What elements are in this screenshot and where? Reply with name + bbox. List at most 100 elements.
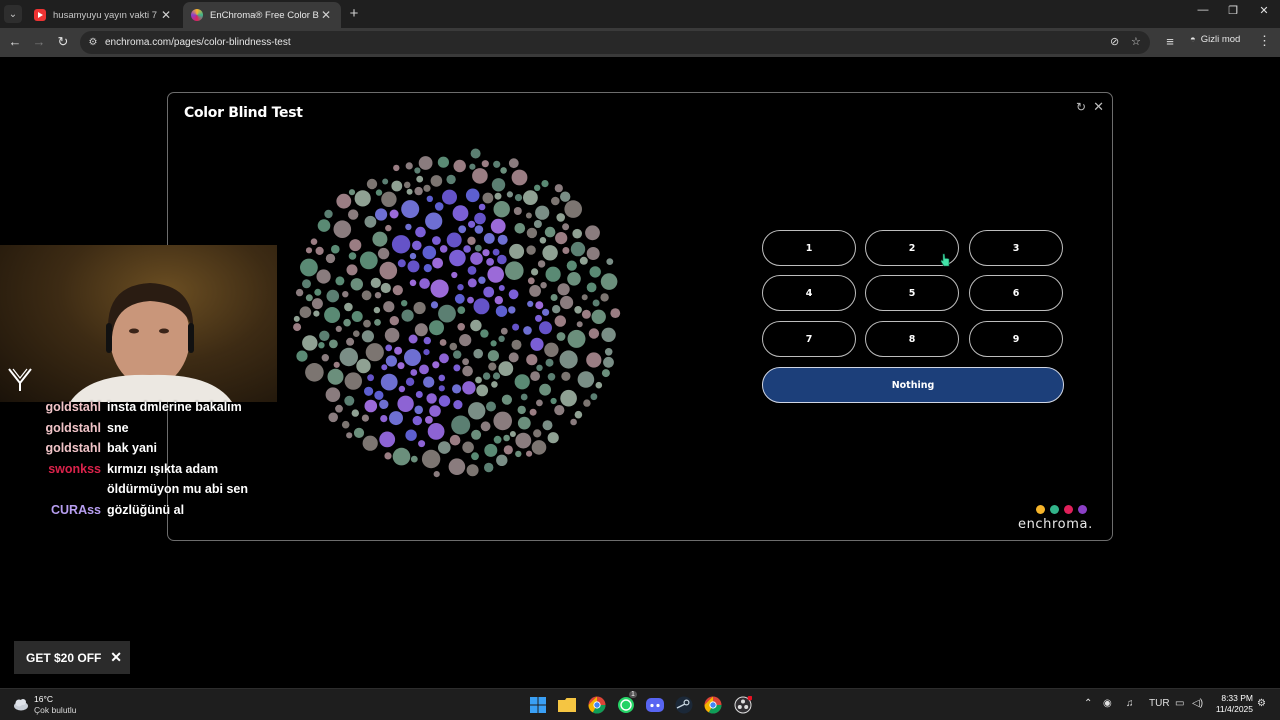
answer-button-5[interactable]: 5 xyxy=(865,275,959,311)
incognito-indicator[interactable]: ◓ Gizli mod xyxy=(1190,34,1240,45)
chrome-icon[interactable] xyxy=(587,695,607,715)
plate-dot xyxy=(311,298,323,310)
plate-dot xyxy=(414,405,423,415)
steam-icon[interactable] xyxy=(674,695,694,715)
cloud-weather-icon[interactable] xyxy=(12,695,30,713)
network-icon[interactable]: ▭ xyxy=(1175,698,1184,709)
plate-dot xyxy=(365,343,384,362)
plate-dot xyxy=(429,320,444,336)
close-icon[interactable]: ✕ xyxy=(159,8,173,22)
close-icon[interactable]: ✕ xyxy=(110,649,122,666)
plate-dot xyxy=(467,266,477,275)
plate-dot xyxy=(552,305,561,314)
taskbar: 16°C Çok bulutlu 1 ⌃ ◉ ♫ TUR ▭ ◁) 8:33 P… xyxy=(0,688,1280,720)
answer-button-8[interactable]: 8 xyxy=(865,321,959,357)
plate-dot xyxy=(579,256,588,265)
plate-dot xyxy=(401,309,414,322)
answer-button-6[interactable]: 6 xyxy=(969,275,1063,311)
chrome-incognito-icon[interactable] xyxy=(703,695,723,715)
site-info-icon[interactable]: ⚙ xyxy=(86,36,100,50)
plate-dot xyxy=(486,258,494,266)
plate-dot xyxy=(425,416,433,424)
tab-search-icon[interactable]: ⌄ xyxy=(4,5,22,23)
back-button[interactable]: ← xyxy=(7,34,23,50)
nothing-button[interactable]: Nothing xyxy=(762,367,1064,403)
url-text[interactable]: enchroma.com/pages/color-blindness-test xyxy=(105,37,291,48)
plate-dot xyxy=(354,190,371,207)
bookmark-star-icon[interactable]: ☆ xyxy=(1131,35,1141,48)
answer-button-7[interactable]: 7 xyxy=(762,321,856,357)
refresh-icon[interactable]: ↻ xyxy=(1076,100,1086,114)
forward-button[interactable]: → xyxy=(31,34,47,50)
windows-start-icon[interactable] xyxy=(528,695,548,715)
plate-dot xyxy=(482,372,491,380)
plate-dot xyxy=(570,418,577,426)
language-indicator[interactable]: TUR xyxy=(1149,698,1170,709)
plate-dot xyxy=(317,219,331,232)
eye-off-icon[interactable]: ⊘ xyxy=(1110,35,1119,48)
plate-dot xyxy=(453,159,466,173)
plate-dot xyxy=(409,252,417,260)
tray-app-icon[interactable]: ◉ xyxy=(1103,698,1112,709)
close-icon[interactable]: ✕ xyxy=(1093,99,1104,115)
webcam-feed xyxy=(0,245,277,402)
answer-button-1[interactable]: 1 xyxy=(762,230,856,266)
tab-enchroma[interactable]: EnChroma® Free Color Blind Test ✕ xyxy=(183,2,341,28)
plate-dot xyxy=(406,188,413,195)
plate-dot xyxy=(328,412,338,423)
plate-dot xyxy=(482,192,494,204)
obs-icon[interactable] xyxy=(733,695,753,715)
plate-dot xyxy=(520,393,528,401)
promo-banner[interactable]: GET $20 OFF ✕ xyxy=(14,641,130,674)
maximize-button[interactable]: ❐ xyxy=(1223,4,1243,17)
plate-dot xyxy=(497,254,507,265)
plate-dot xyxy=(462,365,473,377)
reading-list-icon[interactable]: ≡ xyxy=(1162,34,1178,50)
plate-dot xyxy=(346,264,358,276)
plate-dot xyxy=(419,364,429,375)
plate-dot xyxy=(533,429,542,438)
plate-dot xyxy=(487,266,504,283)
menu-icon[interactable]: ⋮ xyxy=(1258,33,1271,49)
plate-dot xyxy=(586,247,600,260)
plate-dot xyxy=(364,215,377,228)
minimize-button[interactable]: — xyxy=(1193,4,1213,16)
discord-icon[interactable] xyxy=(645,695,665,715)
plate-dot xyxy=(503,434,510,442)
plate-dot xyxy=(408,334,418,344)
plate-dot xyxy=(302,279,311,289)
plate-dot xyxy=(526,450,533,457)
file-explorer-icon[interactable] xyxy=(557,695,577,715)
chat-username: goldstahl xyxy=(45,400,101,414)
new-tab-button[interactable]: + xyxy=(345,5,363,22)
plate-dot xyxy=(567,272,581,286)
plate-dot xyxy=(523,326,532,335)
close-icon[interactable]: ✕ xyxy=(319,8,333,22)
plate-dot xyxy=(603,356,614,368)
plate-dot xyxy=(537,260,546,268)
notification-icon[interactable]: ⚙ xyxy=(1257,698,1266,709)
tray-overflow-icon[interactable]: ⌃ xyxy=(1084,698,1092,709)
plate-dot xyxy=(590,393,598,401)
answer-button-9[interactable]: 9 xyxy=(969,321,1063,357)
address-bar[interactable]: ⚙ enchroma.com/pages/color-blindness-tes… xyxy=(80,31,1150,54)
plate-dot xyxy=(498,361,514,376)
plate-dot xyxy=(295,288,304,297)
plate-dot xyxy=(550,294,558,301)
whatsapp-icon[interactable]: 1 xyxy=(616,691,637,715)
tab-youtube[interactable]: husamyuyu yayın vakti 7 - YouTube ✕ xyxy=(26,2,181,28)
system-clock[interactable]: 8:33 PM 11/4/2025 xyxy=(1213,693,1253,715)
plate-dot xyxy=(380,282,391,294)
promo-label: GET $20 OFF xyxy=(26,650,102,665)
plate-dot xyxy=(329,339,338,349)
plate-dot xyxy=(299,306,312,318)
answer-button-3[interactable]: 3 xyxy=(969,230,1063,266)
reload-button[interactable]: ↻ xyxy=(55,34,71,50)
answer-button-4[interactable]: 4 xyxy=(762,275,856,311)
volume-icon[interactable]: ◁) xyxy=(1192,698,1203,709)
plate-dot xyxy=(517,405,526,415)
window-close-button[interactable]: ✕ xyxy=(1254,4,1274,17)
plate-dot xyxy=(490,218,506,234)
enchroma-icon xyxy=(191,9,203,21)
microphone-icon[interactable]: ♫ xyxy=(1126,698,1134,709)
